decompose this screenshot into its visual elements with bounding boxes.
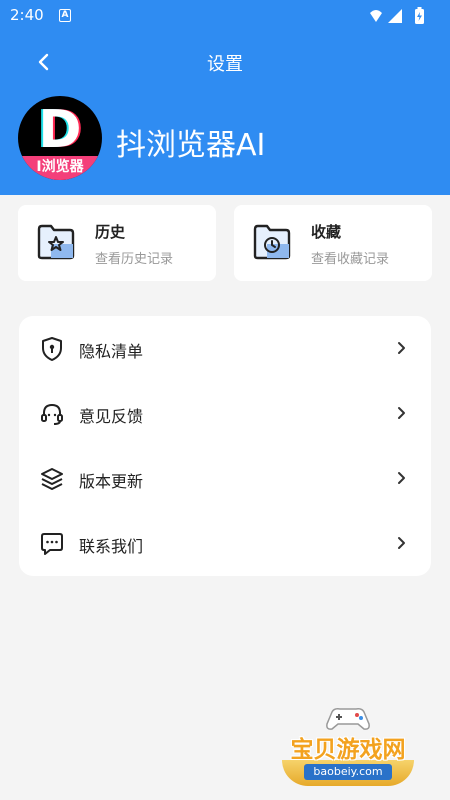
- favorites-card[interactable]: 收藏 查看收藏记录: [234, 205, 432, 281]
- menu-item-feedback[interactable]: 意见反馈: [19, 381, 431, 446]
- top-bar: 设置: [0, 40, 450, 84]
- status-time: 2:40: [10, 6, 44, 24]
- menu-item-contact-us[interactable]: 联系我们: [19, 511, 431, 576]
- chevron-right-icon: [398, 342, 405, 354]
- chat-icon: [41, 533, 63, 555]
- signal-icon: [388, 9, 402, 23]
- app-name: 抖浏览器AI: [116, 128, 266, 163]
- status-bar: 2:40 A: [0, 0, 450, 32]
- battery-icon: [415, 7, 424, 24]
- headset-icon: [41, 403, 63, 425]
- shield-lock-icon: [42, 337, 62, 361]
- folder-star-icon: [37, 224, 75, 260]
- favorites-title: 收藏: [311, 223, 342, 241]
- notification-badge: A: [59, 9, 71, 22]
- chevron-right-icon: [398, 472, 405, 484]
- history-card[interactable]: 历史 查看历史记录: [18, 205, 216, 281]
- menu-label: 联系我们: [79, 537, 144, 556]
- watermark-text: 宝贝游戏网: [290, 737, 406, 763]
- chevron-right-icon: [398, 407, 405, 419]
- menu-label: 版本更新: [79, 472, 144, 491]
- chevron-right-icon: [398, 537, 405, 549]
- favorites-subtitle: 查看收藏记录: [311, 252, 390, 267]
- menu-item-privacy-list[interactable]: 隐私清单: [19, 316, 431, 381]
- menu-item-version-update[interactable]: 版本更新: [19, 446, 431, 511]
- watermark-logo: 宝贝游戏网 baobeiy.com: [268, 700, 428, 790]
- header: 2:40 A 设置 D I浏览器 抖浏览器AI: [0, 0, 450, 195]
- menu-label: 意见反馈: [79, 407, 144, 426]
- wifi-icon: [370, 10, 382, 22]
- watermark-url: baobeiy.com: [304, 764, 392, 780]
- history-title: 历史: [95, 223, 126, 241]
- avatar-band: I浏览器: [18, 156, 102, 180]
- app-avatar: D I浏览器: [18, 96, 102, 180]
- avatar-letter: D: [38, 100, 82, 160]
- history-subtitle: 查看历史记录: [95, 252, 174, 267]
- menu-label: 隐私清单: [79, 342, 144, 361]
- settings-menu: 隐私清单 意见反馈 版本更新 联系我们: [19, 316, 431, 576]
- layers-icon: [41, 468, 63, 490]
- status-icons: [370, 7, 424, 24]
- folder-clock-icon: [253, 224, 291, 260]
- gamepad-icon: [326, 708, 370, 730]
- page-title: 设置: [207, 54, 243, 75]
